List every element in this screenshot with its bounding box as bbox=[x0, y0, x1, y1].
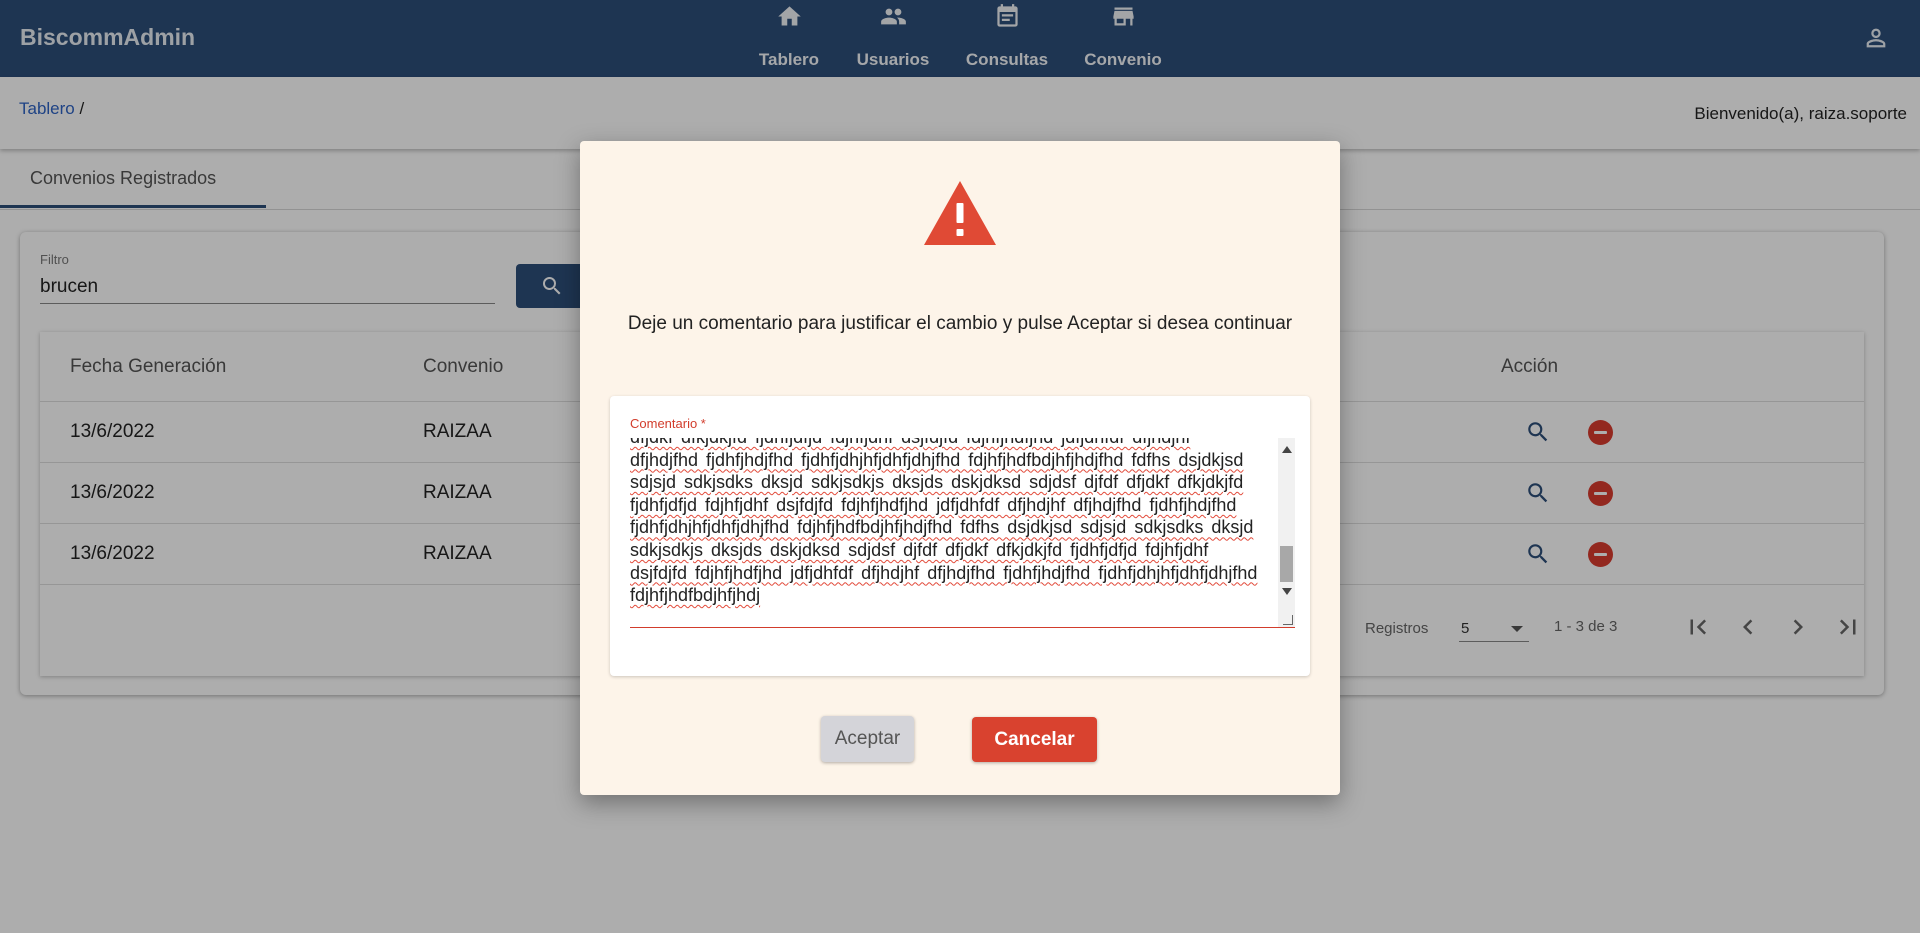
accept-button[interactable]: Aceptar bbox=[821, 716, 914, 762]
comment-text: dfjdkf dfkjdkjfd fjdhfjdfjd fdjhfjdhf ds… bbox=[630, 438, 1258, 606]
textarea-scrollbar[interactable] bbox=[1278, 438, 1295, 627]
dialog-message: Deje un comentario para justificar el ca… bbox=[627, 313, 1293, 334]
scroll-down-icon[interactable] bbox=[1282, 588, 1292, 595]
warning-icon bbox=[924, 181, 996, 245]
confirm-dialog: Deje un comentario para justificar el ca… bbox=[580, 141, 1340, 795]
resize-handle-icon[interactable] bbox=[1283, 615, 1293, 625]
scroll-up-icon[interactable] bbox=[1282, 446, 1292, 453]
comment-label: Comentario * bbox=[630, 416, 706, 431]
comment-field-container: Comentario * dfjdkf dfkjdkjfd fjdhfjdfjd… bbox=[610, 396, 1310, 676]
cancel-button[interactable]: Cancelar bbox=[972, 717, 1097, 762]
comment-textarea[interactable]: dfjdkf dfkjdkjfd fjdhfjdfjd fdjhfjdhf ds… bbox=[630, 438, 1295, 628]
scrollbar-thumb[interactable] bbox=[1280, 546, 1293, 582]
